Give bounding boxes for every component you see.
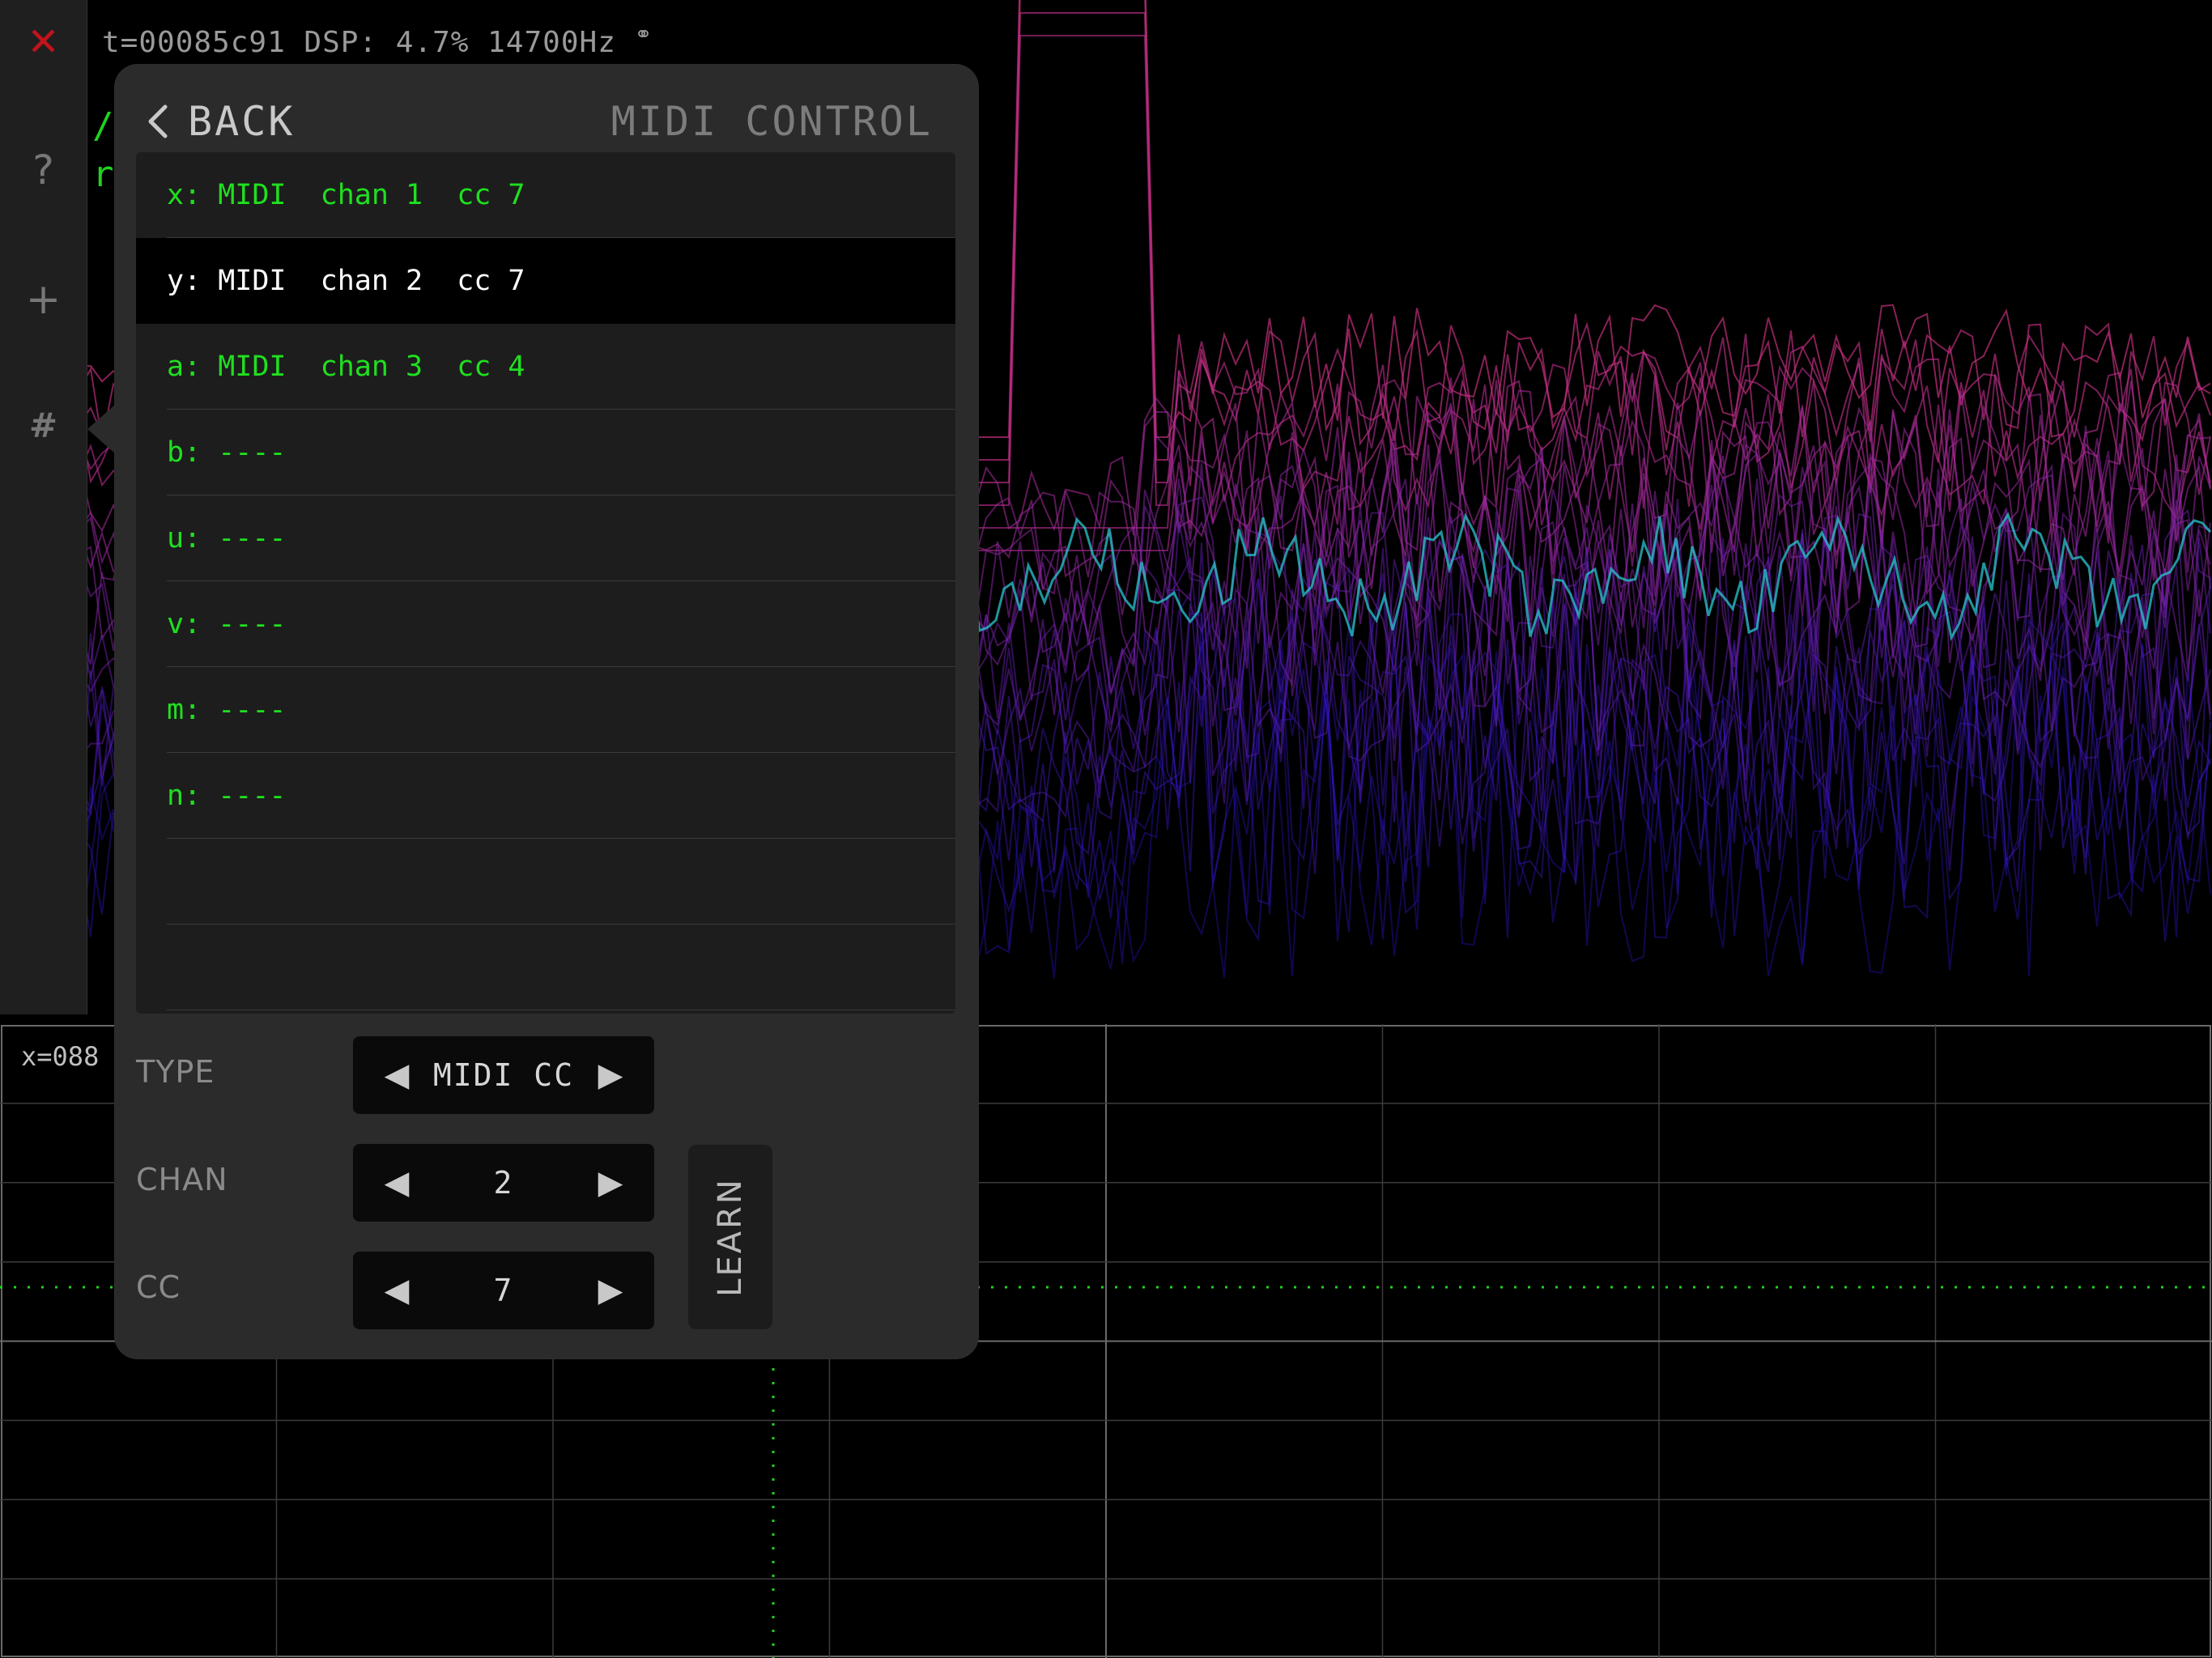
mapping-row[interactable]: x: MIDI chan 1 cc 7 — [136, 152, 955, 238]
code-line-2: r — [92, 154, 114, 195]
triangle-left-icon: ◀ — [384, 1164, 410, 1201]
type-prev-button[interactable]: ◀ — [372, 1051, 421, 1099]
triangle-right-icon: ▶ — [598, 1272, 623, 1309]
cc-label: CC — [136, 1269, 181, 1305]
cc-stepper: ◀ 7 ▶ — [353, 1252, 654, 1329]
mapping-row[interactable] — [136, 925, 955, 1010]
back-button[interactable]: BACK — [147, 81, 295, 162]
close-icon: ✕ — [27, 19, 60, 65]
triangle-left-icon: ◀ — [384, 1272, 410, 1309]
plus-icon: + — [25, 275, 62, 324]
chan-prev-button[interactable]: ◀ — [372, 1158, 421, 1207]
add-button[interactable]: + — [0, 251, 87, 348]
type-stepper: ◀ MIDI CC ▶ — [353, 1036, 654, 1114]
status-bar: t=00085c91 DSP: 4.7% 14700Hz ⚭ — [102, 23, 653, 59]
cc-prev-button[interactable]: ◀ — [372, 1266, 421, 1315]
learn-button[interactable]: LEARN — [688, 1145, 772, 1329]
midi-control-panel: BACK MIDI CONTROL x: MIDI chan 1 cc 7 y: … — [115, 65, 978, 1358]
mapping-row[interactable]: a: MIDI chan 3 cc 4 — [136, 324, 955, 410]
help-button[interactable]: ? — [0, 121, 87, 219]
mapping-row[interactable]: n: ---- — [136, 753, 955, 839]
type-next-button[interactable]: ▶ — [586, 1051, 635, 1099]
mapping-row[interactable] — [136, 839, 955, 925]
mapping-row[interactable]: v: ---- — [136, 581, 955, 667]
cc-value: 7 — [493, 1273, 514, 1308]
question-icon: ? — [32, 147, 54, 193]
learn-label: LEARN — [712, 1177, 750, 1297]
mapping-row[interactable]: u: ---- — [136, 495, 955, 581]
chan-stepper: ◀ 2 ▶ — [353, 1144, 654, 1222]
type-value: MIDI CC — [432, 1057, 575, 1093]
status-text: t=00085c91 DSP: 4.7% 14700Hz — [102, 26, 616, 59]
cc-next-button[interactable]: ▶ — [586, 1266, 635, 1315]
close-button[interactable]: ✕ — [0, 0, 87, 91]
back-label: BACK — [188, 98, 296, 145]
chan-label: CHAN — [136, 1162, 228, 1197]
mapping-row[interactable]: y: MIDI chan 2 cc 7 — [136, 238, 955, 324]
code-line-1: / — [92, 105, 114, 147]
triangle-right-icon: ▶ — [598, 1164, 623, 1201]
triangle-left-icon: ◀ — [384, 1056, 410, 1094]
hash-icon: # — [28, 405, 58, 445]
sidebar: ✕ ? + # — [0, 0, 87, 1014]
mapping-list: x: MIDI chan 1 cc 7 y: MIDI chan 2 cc 7 a:… — [136, 152, 955, 1014]
x-readout: x=088 — [21, 1041, 100, 1072]
mapping-row[interactable]: m: ---- — [136, 667, 955, 753]
chan-value: 2 — [493, 1165, 514, 1201]
chan-next-button[interactable]: ▶ — [586, 1158, 635, 1207]
link-icon: ⚭ — [634, 23, 653, 47]
type-label: TYPE — [136, 1054, 215, 1090]
grid-button[interactable]: # — [0, 376, 87, 474]
chevron-left-icon — [148, 104, 168, 138]
mapping-row[interactable]: b: ---- — [136, 410, 955, 495]
panel-pointer — [87, 405, 115, 453]
panel-title: MIDI CONTROL — [610, 98, 933, 145]
triangle-right-icon: ▶ — [598, 1056, 623, 1094]
